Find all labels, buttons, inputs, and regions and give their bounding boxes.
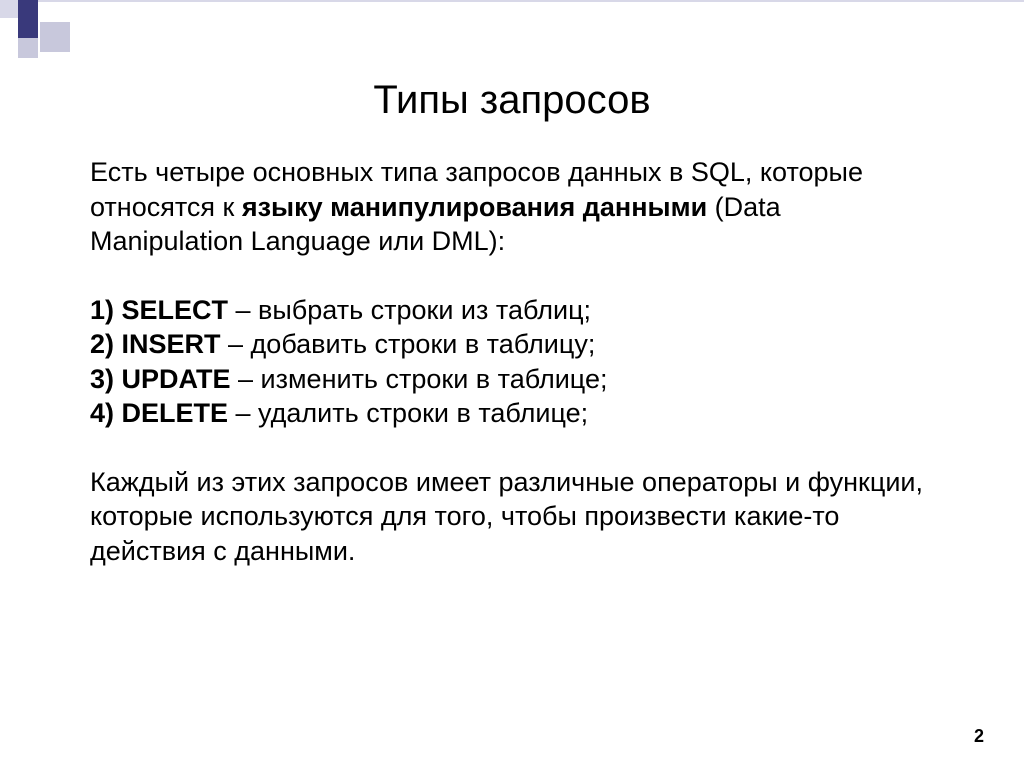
list-item: 4) DELETE – удалить строки в таблице; [90, 396, 940, 431]
item-desc: – изменить строки в таблице; [231, 364, 608, 394]
list-item: 3) UPDATE – изменить строки в таблице; [90, 362, 940, 397]
deco-square [18, 0, 38, 38]
deco-square [18, 38, 38, 58]
intro-bold: языку манипулирования данными [242, 192, 707, 222]
item-desc: – добавить строки в таблицу; [221, 329, 596, 359]
deco-square [0, 0, 18, 18]
corner-decoration [0, 0, 130, 70]
slide-title: Типы запросов [0, 78, 1024, 123]
intro-paragraph: Есть четыре основных типа запросов данны… [90, 155, 940, 259]
list-item: 2) INSERT – добавить строки в таблицу; [90, 327, 940, 362]
item-keyword: 1) SELECT [90, 295, 228, 325]
page-number: 2 [974, 726, 984, 747]
deco-square [40, 22, 70, 52]
slide-content: Есть четыре основных типа запросов данны… [90, 155, 940, 568]
item-keyword: 4) DELETE [90, 398, 228, 428]
top-line [38, 0, 1024, 2]
item-keyword: 3) UPDATE [90, 364, 231, 394]
query-list: 1) SELECT – выбрать строки из таблиц; 2)… [90, 293, 940, 431]
list-item: 1) SELECT – выбрать строки из таблиц; [90, 293, 940, 328]
outro-paragraph: Каждый из этих запросов имеет различные … [90, 465, 940, 569]
item-desc: – удалить строки в таблице; [228, 398, 588, 428]
item-desc: – выбрать строки из таблиц; [228, 295, 591, 325]
item-keyword: 2) INSERT [90, 329, 221, 359]
